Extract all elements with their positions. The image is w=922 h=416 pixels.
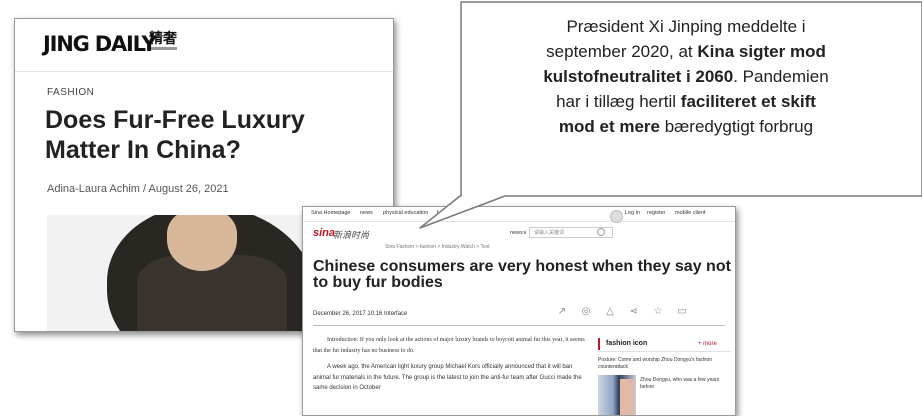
comment-icon[interactable]: ◎ — [580, 306, 592, 318]
sina-logo[interactable]: sina — [313, 227, 335, 239]
login-link[interactable]: Log in — [625, 210, 640, 216]
sina-article-title: Chinese consumers are very honest when t… — [313, 258, 731, 291]
nav-news[interactable]: news — [360, 210, 373, 216]
title-divider — [313, 325, 725, 326]
fashion-icon-sidebar: fashion icon + more Posture: Come and wo… — [598, 337, 731, 415]
sina-top-nav: Sina Homepage news physical education f … — [303, 207, 735, 223]
article-paragraph: Introduction: If you only look at the ac… — [313, 337, 585, 354]
article-hero-image — [47, 215, 337, 331]
news-dropdown[interactable]: news∨ — [510, 230, 527, 236]
sina-fashion-logo-text: 新浪时尚 — [333, 230, 370, 240]
speech-bubble-text: Præsident Xi Jinping meddelte i septembe… — [543, 17, 829, 136]
nav-physical-education[interactable]: physical education — [383, 210, 428, 216]
article-byline: Adina-Laura Achim / August 26, 2021 — [47, 183, 229, 195]
jing-daily-logo-cn: 精奢 — [149, 30, 177, 46]
breadcrumb[interactable]: Sina Fashion > fashion > Industry Watch … — [385, 244, 490, 250]
user-avatar[interactable] — [610, 210, 623, 223]
jing-daily-header: JING DAILY 精奢 — [15, 19, 393, 72]
article-body: Introduction: If you only look at the ac… — [313, 335, 591, 400]
nav-more[interactable]: f — [437, 210, 439, 216]
forward-icon[interactable]: ⋖ — [628, 306, 640, 318]
sina-article-card: Sina Homepage news physical education f … — [302, 206, 736, 416]
share-icon[interactable]: ↗ — [556, 306, 568, 318]
mobile-client-link[interactable]: mobile client — [675, 210, 706, 216]
article-date: December 26, 2017 10:16 Interface — [313, 311, 408, 317]
sidebar-header: fashion icon + more — [598, 337, 731, 352]
register-link[interactable]: register — [647, 210, 665, 216]
article-category[interactable]: FASHION — [47, 87, 94, 98]
search-icon[interactable] — [597, 228, 605, 236]
jing-daily-logo-underline — [151, 47, 177, 50]
message-icon[interactable]: ▭ — [676, 306, 688, 318]
like-icon[interactable]: △ — [604, 306, 616, 318]
sidebar-title: fashion icon — [606, 340, 648, 347]
nav-sina-homepage[interactable]: Sina Homepage — [311, 210, 350, 216]
star-icon[interactable]: ☆ — [652, 306, 664, 318]
article-paragraph: A week ago, the American light luxury gr… — [313, 364, 582, 391]
sidebar-post-text: Zhou Dongyu, who was a few years before — [640, 377, 720, 390]
sidebar-post-title[interactable]: Posture: Come and worship Zhou Dongyu's … — [598, 357, 731, 371]
jing-daily-logo[interactable]: JING DAILY — [43, 32, 157, 56]
article-title: Does Fur-Free Luxury Matter In China? — [45, 106, 305, 164]
sidebar-more-link[interactable]: + more — [698, 341, 717, 347]
